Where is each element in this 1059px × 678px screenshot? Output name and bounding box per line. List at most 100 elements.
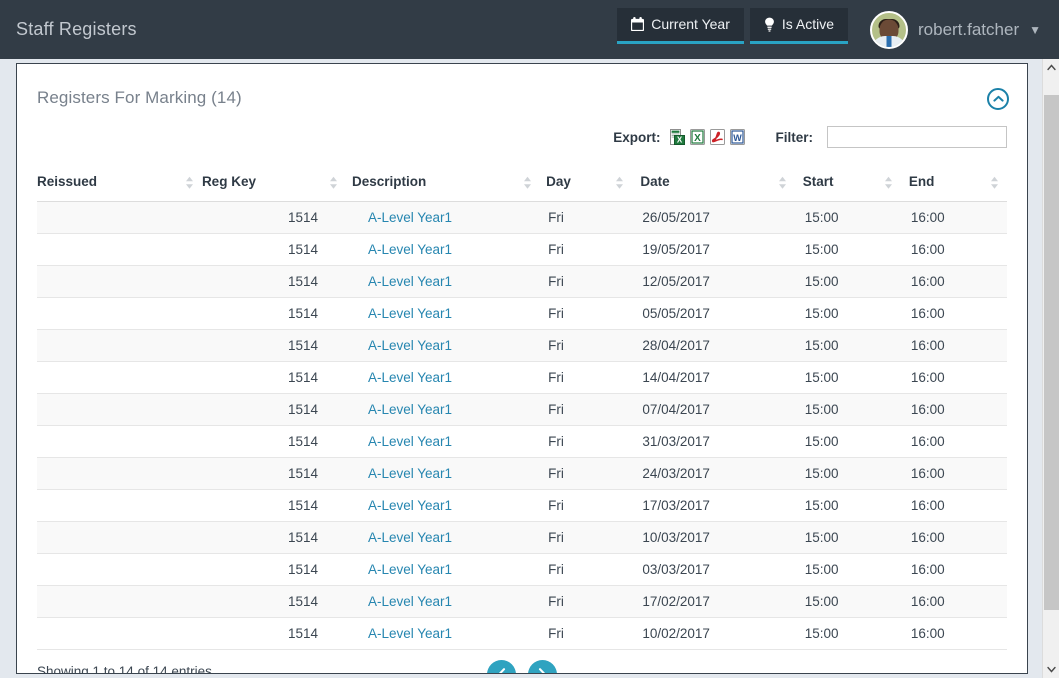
cell-description[interactable]: A-Level Year1 <box>346 394 540 426</box>
column-header-reissued[interactable]: Reissued <box>37 164 202 202</box>
avatar-tie <box>887 36 892 47</box>
description-link[interactable]: A-Level Year1 <box>368 562 452 577</box>
user-menu[interactable]: robert.fatcher ▼ <box>870 11 1041 49</box>
cell-day: Fri <box>540 330 632 362</box>
description-link[interactable]: A-Level Year1 <box>368 530 452 545</box>
page-title: Registers For Marking (14) <box>37 88 1005 108</box>
cell-end: 16:00 <box>901 394 1007 426</box>
table-head: Reissued Reg Key Description <box>37 164 1007 202</box>
table-row: 1514A-Level Year1Fri10/03/201715:0016:00 <box>37 522 1007 554</box>
cell-reg_key: 1514 <box>202 458 346 490</box>
column-label-start: Start <box>803 174 834 189</box>
cell-description[interactable]: A-Level Year1 <box>346 298 540 330</box>
table-row: 1514A-Level Year1Fri10/02/201715:0016:00 <box>37 618 1007 650</box>
description-link[interactable]: A-Level Year1 <box>368 466 452 481</box>
cell-description[interactable]: A-Level Year1 <box>346 266 540 298</box>
scrollbar-thumb[interactable] <box>1044 95 1059 610</box>
cell-reissued <box>37 458 202 490</box>
description-link[interactable]: A-Level Year1 <box>368 306 452 321</box>
description-link[interactable]: A-Level Year1 <box>368 210 452 225</box>
table-row: 1514A-Level Year1Fri24/03/201715:0016:00 <box>37 458 1007 490</box>
description-link[interactable]: A-Level Year1 <box>368 402 452 417</box>
description-link[interactable]: A-Level Year1 <box>368 370 452 385</box>
cell-end: 16:00 <box>901 490 1007 522</box>
cell-description[interactable]: A-Level Year1 <box>346 362 540 394</box>
cell-description[interactable]: A-Level Year1 <box>346 618 540 650</box>
cell-description[interactable]: A-Level Year1 <box>346 202 540 234</box>
description-link[interactable]: A-Level Year1 <box>368 338 452 353</box>
cell-date: 26/05/2017 <box>632 202 794 234</box>
export-pdf-icon[interactable] <box>710 129 725 145</box>
app-title: Staff Registers <box>16 19 137 40</box>
cell-date: 07/04/2017 <box>632 394 794 426</box>
column-header-reg-key[interactable]: Reg Key <box>202 164 346 202</box>
cell-end: 16:00 <box>901 586 1007 618</box>
cell-start: 15:00 <box>795 362 901 394</box>
pagination <box>487 660 557 674</box>
cell-day: Fri <box>540 394 632 426</box>
cell-description[interactable]: A-Level Year1 <box>346 458 540 490</box>
panel-collapse-button[interactable] <box>987 88 1009 110</box>
cell-end: 16:00 <box>901 202 1007 234</box>
cell-start: 15:00 <box>795 330 901 362</box>
cell-start: 15:00 <box>795 586 901 618</box>
column-header-end[interactable]: End <box>901 164 1007 202</box>
cell-start: 15:00 <box>795 554 901 586</box>
column-header-start[interactable]: Start <box>795 164 901 202</box>
filter-toggle-group: Current Year Is Active <box>617 8 848 52</box>
cell-day: Fri <box>540 522 632 554</box>
sort-arrows-icon <box>990 175 999 189</box>
column-label-day: Day <box>546 174 571 189</box>
cell-description[interactable]: A-Level Year1 <box>346 234 540 266</box>
description-link[interactable]: A-Level Year1 <box>368 594 452 609</box>
cell-description[interactable]: A-Level Year1 <box>346 426 540 458</box>
cell-start: 15:00 <box>795 490 901 522</box>
export-word-icon[interactable]: W <box>730 129 745 145</box>
table-row: 1514A-Level Year1Fri03/03/201715:0016:00 <box>37 554 1007 586</box>
export-csv-icon[interactable]: X <box>670 129 685 145</box>
column-header-day[interactable]: Day <box>540 164 632 202</box>
cell-reg_key: 1514 <box>202 554 346 586</box>
table-row: 1514A-Level Year1Fri17/03/201715:0016:00 <box>37 490 1007 522</box>
sort-arrows-icon <box>523 175 532 189</box>
table-toolbar: Export: X X <box>17 120 1027 154</box>
description-link[interactable]: A-Level Year1 <box>368 242 452 257</box>
lightbulb-icon <box>764 17 775 32</box>
export-excel-icon[interactable]: X <box>690 129 705 145</box>
page-scrollbar[interactable] <box>1042 59 1059 678</box>
cell-description[interactable]: A-Level Year1 <box>346 586 540 618</box>
description-link[interactable]: A-Level Year1 <box>368 274 452 289</box>
table-row: 1514A-Level Year1Fri19/05/201715:0016:00 <box>37 234 1007 266</box>
column-header-date[interactable]: Date <box>632 164 794 202</box>
description-link[interactable]: A-Level Year1 <box>368 434 452 449</box>
cell-description[interactable]: A-Level Year1 <box>346 490 540 522</box>
cell-reg_key: 1514 <box>202 362 346 394</box>
table-row: 1514A-Level Year1Fri17/02/201715:0016:00 <box>37 586 1007 618</box>
previous-page-button[interactable] <box>487 660 516 674</box>
description-link[interactable]: A-Level Year1 <box>368 626 452 641</box>
cell-description[interactable]: A-Level Year1 <box>346 522 540 554</box>
cell-description[interactable]: A-Level Year1 <box>346 330 540 362</box>
filter-input[interactable] <box>827 126 1007 148</box>
sort-arrows-icon <box>329 175 338 189</box>
next-page-button[interactable] <box>528 660 557 674</box>
cell-end: 16:00 <box>901 522 1007 554</box>
table-row: 1514A-Level Year1Fri12/05/201715:0016:00 <box>37 266 1007 298</box>
chevron-down-icon: ▼ <box>1029 24 1041 36</box>
scroll-up-arrow-icon[interactable] <box>1043 59 1059 76</box>
cell-date: 10/03/2017 <box>632 522 794 554</box>
cell-date: 24/03/2017 <box>632 458 794 490</box>
column-header-description[interactable]: Description <box>346 164 540 202</box>
cell-reg_key: 1514 <box>202 586 346 618</box>
cell-description[interactable]: A-Level Year1 <box>346 554 540 586</box>
cell-end: 16:00 <box>901 266 1007 298</box>
current-year-toggle[interactable]: Current Year <box>617 8 744 44</box>
table-row: 1514A-Level Year1Fri05/05/201715:0016:00 <box>37 298 1007 330</box>
scroll-down-arrow-icon[interactable] <box>1043 661 1059 678</box>
is-active-toggle[interactable]: Is Active <box>750 8 848 44</box>
cell-reissued <box>37 394 202 426</box>
sort-arrows-icon <box>778 175 787 189</box>
current-year-label: Current Year <box>651 16 730 32</box>
description-link[interactable]: A-Level Year1 <box>368 498 452 513</box>
cell-start: 15:00 <box>795 426 901 458</box>
